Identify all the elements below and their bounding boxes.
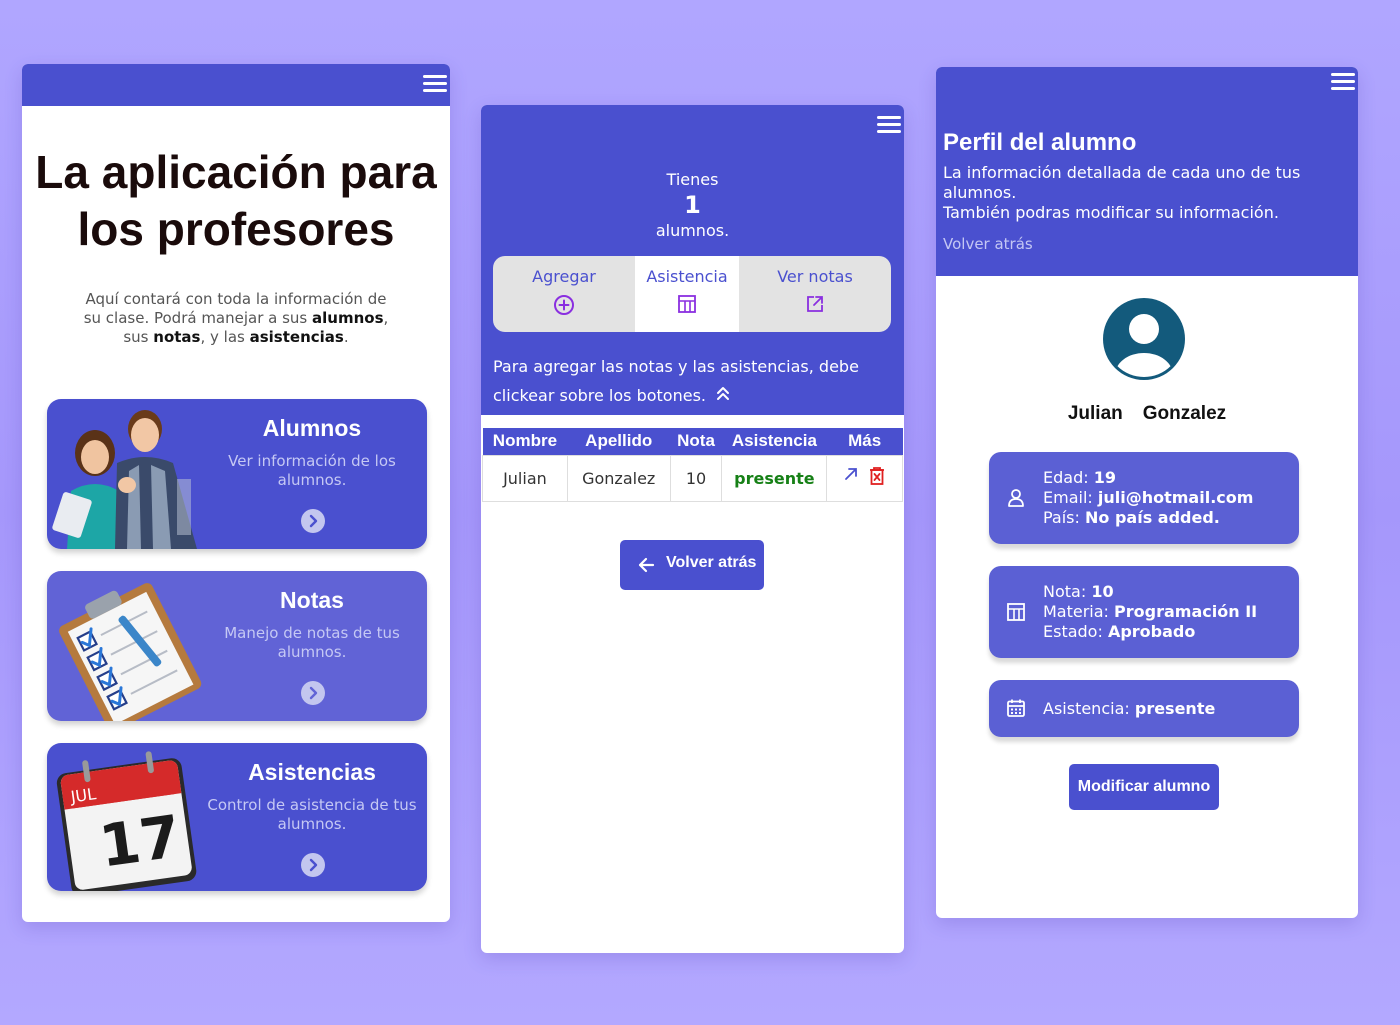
top-bar bbox=[22, 64, 450, 106]
instruction-text: Para agregar las notas y las asistencias… bbox=[493, 357, 859, 405]
count-suffix: alumnos. bbox=[655, 221, 730, 240]
page-subtitle: Aquí contará con toda la información de … bbox=[83, 290, 389, 346]
student-profile-screen: Perfil del alumno La información detalla… bbox=[936, 67, 1358, 918]
card-alumnos[interactable]: Alumnos Ver información de los alumnos. bbox=[47, 399, 427, 549]
chevrons-up-icon[interactable] bbox=[715, 385, 731, 401]
tab-ver-notas[interactable]: Ver notas bbox=[739, 256, 891, 332]
table-icon bbox=[1007, 603, 1025, 621]
arrow-left-icon bbox=[638, 557, 655, 573]
tab-agregar[interactable]: Agregar bbox=[493, 256, 635, 332]
calendar-icon: JUL 17 bbox=[56, 751, 197, 891]
cell-apellido: Gonzalez bbox=[566, 454, 671, 502]
modify-student-button[interactable]: Modificar alumno bbox=[1069, 764, 1219, 810]
academic-info-card: Nota: 10 Materia: Programación II Estado… bbox=[989, 566, 1299, 658]
column-header: Más bbox=[848, 431, 882, 451]
cell-nombre: Julian bbox=[482, 454, 568, 502]
action-tabs: Agregar Asistencia Ver notas bbox=[493, 256, 891, 332]
user-icon bbox=[1008, 489, 1024, 507]
chevron-right-icon[interactable] bbox=[301, 509, 325, 533]
card-title: Asistencias bbox=[248, 759, 376, 785]
external-link-icon bbox=[807, 296, 823, 312]
home-screen: La aplicación para los profesores Aquí c… bbox=[22, 64, 450, 922]
last-name: Gonzalez bbox=[1142, 403, 1227, 424]
user-avatar-icon bbox=[1103, 298, 1185, 380]
materia-line: Materia: Programación II bbox=[1043, 602, 1258, 621]
students-photo-icon bbox=[52, 410, 197, 549]
chevron-right-icon[interactable] bbox=[301, 853, 325, 877]
card-title: Notas bbox=[280, 587, 344, 613]
asistencia-line: Asistencia: presente bbox=[1043, 699, 1216, 718]
personal-info-card: Edad: 19 Email: juli@hotmail.com País: N… bbox=[989, 452, 1299, 544]
calendar-icon bbox=[1007, 699, 1025, 717]
first-name: Julian bbox=[1067, 403, 1123, 424]
list-header: Tienes 1 alumnos. Agregar Asistencia Ver… bbox=[481, 105, 904, 415]
edad-line: Edad: 19 bbox=[1043, 468, 1116, 487]
tab-label: Ver notas bbox=[777, 267, 853, 286]
back-link[interactable]: Volver atrás bbox=[943, 235, 1033, 253]
menu-icon[interactable] bbox=[1331, 73, 1355, 91]
estado-line: Estado: Aprobado bbox=[1043, 622, 1196, 641]
count-prefix: Tienes bbox=[666, 170, 719, 189]
arrow-up-right-icon[interactable] bbox=[843, 466, 859, 482]
attendance-card: Asistencia: presente bbox=[989, 680, 1299, 737]
table-row: Julian Gonzalez 10 presente bbox=[482, 454, 903, 502]
card-description: Control de asistencia de tus alumnos. bbox=[207, 796, 417, 833]
card-description: Manejo de notas de tus alumnos. bbox=[224, 624, 400, 661]
pais-line: País: No país added. bbox=[1043, 508, 1220, 527]
delete-icon[interactable] bbox=[868, 466, 886, 486]
menu-icon[interactable] bbox=[423, 75, 447, 93]
column-header: Nota bbox=[677, 431, 715, 451]
card-description: Ver información de los alumnos. bbox=[228, 452, 396, 489]
cell-nota: 10 bbox=[669, 454, 723, 502]
card-notas[interactable]: Notas Manejo de notas de tus alumnos. bbox=[47, 571, 427, 721]
menu-icon[interactable] bbox=[877, 116, 901, 134]
chevron-right-icon[interactable] bbox=[301, 681, 325, 705]
page-title: La aplicación para los profesores bbox=[35, 146, 437, 255]
plus-circle-icon bbox=[554, 295, 574, 315]
svg-text:17: 17 bbox=[95, 802, 184, 881]
column-header: Apellido bbox=[585, 431, 653, 451]
email-line: Email: juli@hotmail.com bbox=[1043, 488, 1254, 507]
page-title: Perfil del alumno bbox=[943, 129, 1137, 156]
student-count: 1 bbox=[684, 191, 701, 219]
cell-actions bbox=[826, 454, 903, 502]
back-button[interactable]: Volver atrás bbox=[620, 540, 764, 590]
back-button-label: Volver atrás bbox=[666, 554, 757, 571]
card-asistencias[interactable]: JUL 17 Asistencias Control de asistencia… bbox=[47, 743, 427, 891]
table-header-row: Nombre Apellido Nota Asistencia Más bbox=[482, 428, 903, 455]
cell-asistencia: presente bbox=[721, 454, 828, 502]
students-table: Nombre Apellido Nota Asistencia Más Juli… bbox=[482, 428, 903, 502]
profile-header: Perfil del alumno La información detalla… bbox=[936, 67, 1358, 276]
tab-asistencia[interactable]: Asistencia bbox=[635, 256, 739, 332]
tab-label: Asistencia bbox=[646, 267, 728, 286]
svg-text:JUL: JUL bbox=[69, 784, 98, 806]
clipboard-checklist-icon bbox=[59, 583, 202, 721]
nota-line: Nota: 10 bbox=[1043, 582, 1114, 601]
column-header: Asistencia bbox=[731, 431, 817, 451]
tab-label: Agregar bbox=[532, 267, 596, 286]
students-list-screen: Tienes 1 alumnos. Agregar Asistencia Ver… bbox=[481, 105, 904, 953]
page-description: La información detallada de cada uno de … bbox=[943, 163, 1301, 222]
card-title: Alumnos bbox=[262, 415, 362, 441]
student-name: Julian Gonzalez bbox=[936, 403, 1358, 425]
table-icon bbox=[678, 295, 696, 313]
column-header: Nombre bbox=[492, 431, 558, 451]
